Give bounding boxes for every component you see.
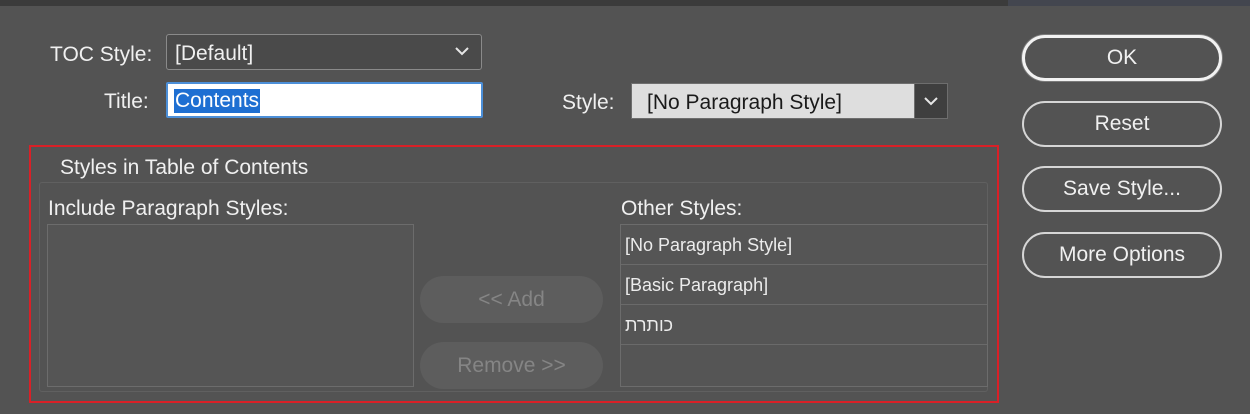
chevron-down-icon [453,41,471,61]
more-options-button[interactable]: More Options [1022,232,1222,278]
toc-style-value: [Default] [175,42,254,65]
window-top-bar-accent [1008,0,1250,6]
style-value: [No Paragraph Style] [647,91,842,114]
title-input[interactable]: Contents [166,82,483,118]
title-label: Title: [104,90,149,113]
list-item[interactable]: [Basic Paragraph] [621,265,987,305]
style-dropdown-button[interactable] [914,84,947,118]
list-item[interactable]: [No Paragraph Style] [621,225,987,265]
title-input-value: Contents [174,89,261,113]
add-button[interactable]: << Add [420,276,603,323]
other-styles-label: Other Styles: [621,197,743,220]
toc-style-dropdown[interactable]: [Default] [166,34,482,70]
toc-style-label: TOC Style: [50,43,153,66]
style-dropdown[interactable]: [No Paragraph Style] [631,83,948,119]
include-styles-label: Include Paragraph Styles: [48,197,289,220]
list-item[interactable] [621,345,987,385]
remove-button[interactable]: Remove >> [420,342,603,389]
include-styles-list[interactable] [47,224,414,387]
styles-group-heading: Styles in Table of Contents [60,156,309,179]
list-item-label: כותרת [625,315,674,335]
save-style-button[interactable]: Save Style... [1022,166,1222,212]
style-label: Style: [562,91,615,114]
other-styles-list[interactable]: [No Paragraph Style] [Basic Paragraph] כ… [620,224,988,387]
list-item-label: [Basic Paragraph] [625,275,769,295]
chevron-down-icon [924,97,938,106]
list-item-label: [No Paragraph Style] [625,235,793,255]
ok-button[interactable]: OK [1022,35,1222,81]
list-item[interactable]: כותרת [621,305,987,345]
reset-button[interactable]: Reset [1022,101,1222,147]
